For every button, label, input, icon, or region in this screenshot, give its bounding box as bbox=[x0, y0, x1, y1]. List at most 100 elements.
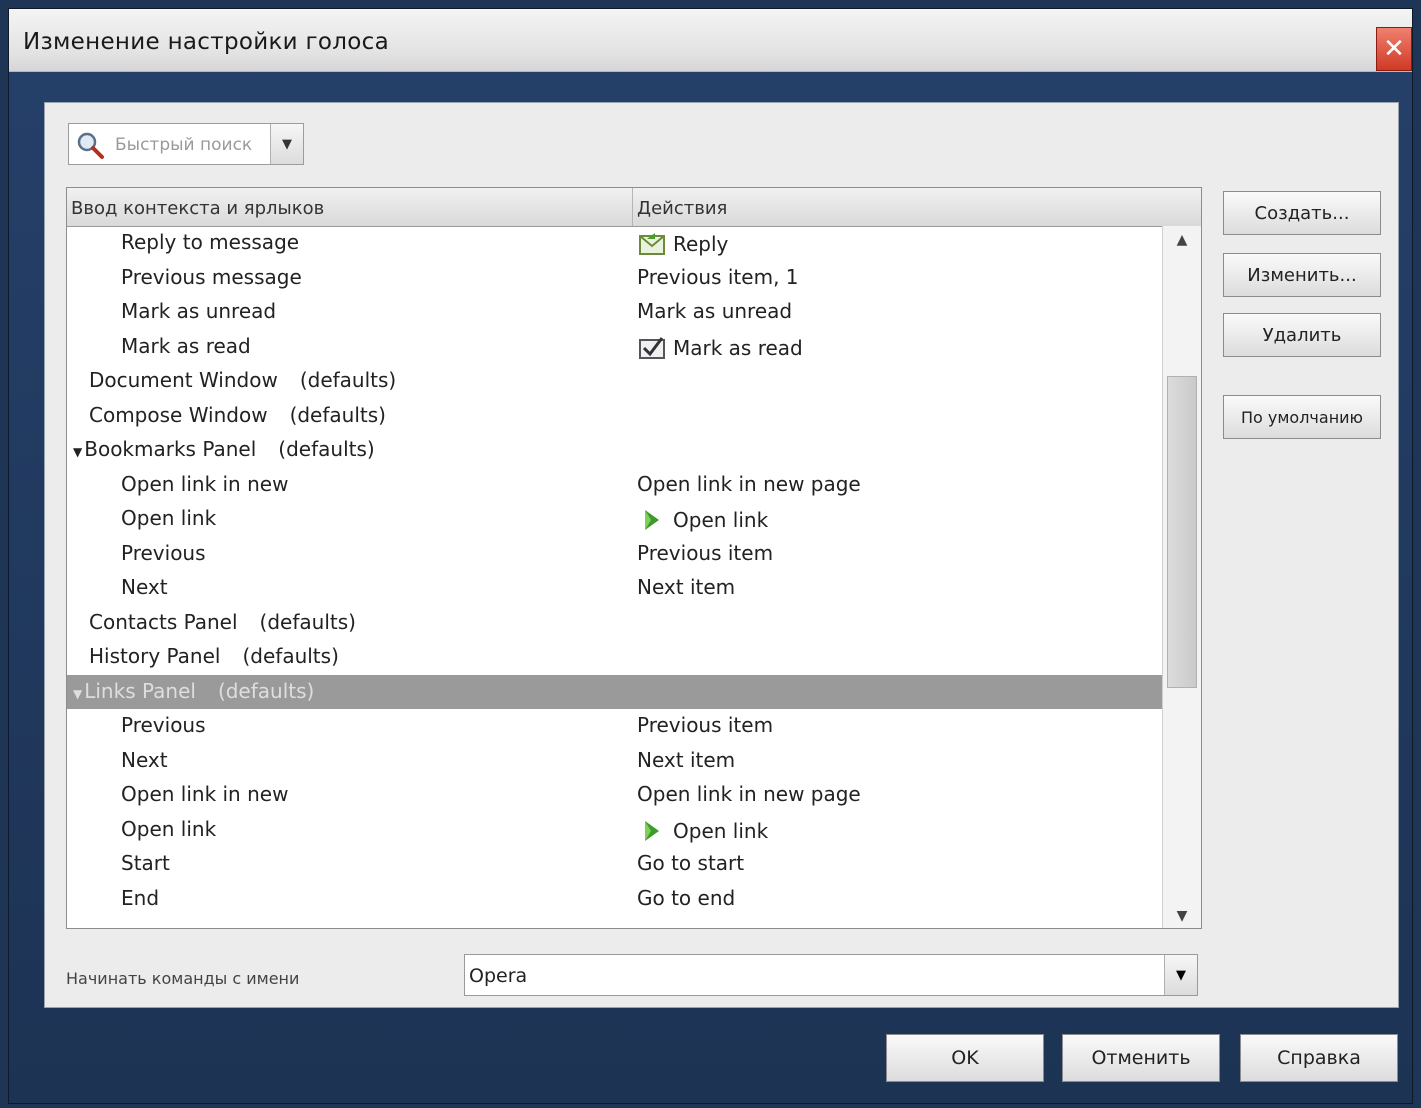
row-label: Bookmarks Panel bbox=[84, 437, 257, 461]
row-defaults-tag: (defaults) bbox=[259, 609, 356, 634]
row-action: Previous item, 1 bbox=[637, 265, 799, 289]
tree-row[interactable]: Next Next item bbox=[67, 571, 1163, 606]
row-label: Document Window bbox=[89, 368, 278, 392]
tree-row[interactable]: Contacts Panel (defaults) bbox=[67, 606, 1163, 641]
shortcut-tree[interactable]: Ввод контекста и ярлыков Действия Reply … bbox=[66, 187, 1202, 929]
quick-search-field[interactable]: Быстрый поиск ▼ bbox=[68, 123, 304, 165]
help-button[interactable]: Справка bbox=[1240, 1034, 1398, 1082]
row-action-label: Go to end bbox=[637, 885, 736, 910]
row-label: Open link bbox=[121, 816, 217, 841]
row-label: Next bbox=[121, 575, 168, 599]
tree-row[interactable]: Previous message Previous item, 1 bbox=[67, 261, 1163, 296]
row-action-label: Previous item bbox=[637, 540, 774, 565]
row-label: Previous bbox=[121, 540, 206, 565]
tree-row[interactable]: Open link Open link bbox=[67, 502, 1163, 537]
edit-button[interactable]: Изменить... bbox=[1223, 253, 1381, 297]
tree-row[interactable]: Document Window (defaults) bbox=[67, 364, 1163, 399]
close-icon: ✕ bbox=[1383, 34, 1405, 64]
command-prefix-select[interactable]: Opera ▼ bbox=[464, 954, 1198, 996]
tree-row[interactable]: Open link in new Open link in new page bbox=[67, 778, 1163, 813]
tree-row[interactable]: Next Next item bbox=[67, 744, 1163, 779]
row-defaults-tag: (defaults) bbox=[217, 678, 315, 703]
row-label: Compose Window bbox=[89, 402, 268, 427]
row-action: Open link bbox=[637, 506, 768, 534]
row-defaults-tag: (defaults) bbox=[242, 644, 339, 668]
row-context: History Panel (defaults) bbox=[89, 644, 339, 668]
row-context: ▼ Bookmarks Panel (defaults) bbox=[73, 437, 375, 461]
tree-row[interactable]: Mark as unread Mark as unread bbox=[67, 295, 1163, 330]
row-action: Open link in new page bbox=[637, 472, 861, 496]
scroll-down-icon[interactable]: ▼ bbox=[1163, 908, 1201, 924]
row-action: Open link in new page bbox=[637, 782, 861, 806]
row-label: Open link in new bbox=[121, 782, 289, 806]
command-prefix-dropdown[interactable]: ▼ bbox=[1164, 955, 1197, 995]
row-context: Open link bbox=[121, 817, 216, 841]
row-action: Previous item bbox=[637, 713, 773, 737]
close-button[interactable]: ✕ bbox=[1376, 27, 1412, 71]
row-context: Mark as read bbox=[121, 334, 251, 358]
tree-row[interactable]: ▼ Links Panel (defaults) bbox=[67, 674, 1163, 709]
row-label: Previous bbox=[121, 713, 206, 737]
row-context: Previous bbox=[121, 713, 206, 737]
row-action-label: Open link bbox=[673, 818, 769, 843]
scrollbar-thumb[interactable] bbox=[1167, 376, 1197, 688]
row-context: Next bbox=[121, 575, 168, 599]
row-action: Next item bbox=[637, 748, 735, 772]
row-defaults-tag: (defaults) bbox=[278, 437, 375, 461]
title-bar[interactable]: Изменение настройки голоса ✕ bbox=[9, 9, 1412, 72]
tree-row[interactable]: Reply to message Reply bbox=[67, 226, 1163, 261]
tree-row[interactable]: Open link in new Open link in new page bbox=[67, 468, 1163, 503]
row-action: Open link bbox=[637, 817, 768, 845]
row-action: Go to start bbox=[637, 851, 744, 875]
row-action: Mark as read bbox=[637, 334, 803, 362]
row-context: Open link in new bbox=[121, 472, 288, 496]
scroll-up-icon[interactable]: ▲ bbox=[1163, 232, 1201, 248]
expand-toggle-icon[interactable]: ▼ bbox=[73, 687, 82, 701]
delete-button[interactable]: Удалить bbox=[1223, 313, 1381, 357]
dialog-content: Быстрый поиск ▼ Ввод контекста и ярлыков… bbox=[44, 102, 1399, 1008]
row-action-label: Previous item bbox=[637, 713, 774, 737]
open-link-icon bbox=[637, 817, 667, 845]
row-context: Open link in new bbox=[121, 782, 288, 806]
cancel-button[interactable]: Отменить bbox=[1062, 1034, 1220, 1082]
ok-button[interactable]: OK bbox=[886, 1034, 1044, 1082]
search-input[interactable]: Быстрый поиск bbox=[115, 135, 265, 155]
tree-rows: Reply to message Reply Previous message Pre… bbox=[67, 226, 1163, 916]
reply-icon bbox=[637, 230, 667, 258]
expand-toggle-icon[interactable]: ▼ bbox=[73, 445, 82, 459]
defaults-button[interactable]: По умолчанию bbox=[1223, 395, 1381, 439]
row-action-label: Next item bbox=[637, 575, 736, 599]
dialog-window: Изменение настройки голоса ✕ Быстрый пои… bbox=[8, 8, 1413, 1104]
row-label: End bbox=[121, 885, 160, 910]
tree-row[interactable]: Compose Window (defaults) bbox=[67, 399, 1163, 434]
row-context: Start bbox=[121, 851, 170, 875]
tree-row[interactable]: ▼ Bookmarks Panel (defaults) bbox=[67, 433, 1163, 468]
row-context: Reply to message bbox=[121, 230, 299, 254]
command-prefix-label: Начинать команды с имени bbox=[66, 969, 300, 988]
search-dropdown-button[interactable]: ▼ bbox=[270, 124, 303, 164]
row-context: Previous message bbox=[121, 265, 302, 289]
tree-row[interactable]: End Go to end bbox=[67, 882, 1163, 917]
row-label: History Panel bbox=[89, 644, 221, 668]
tree-row[interactable]: Previous Previous item bbox=[67, 537, 1163, 572]
row-label: Reply to message bbox=[121, 230, 300, 254]
tree-row[interactable]: Open link Open link bbox=[67, 813, 1163, 848]
row-context: End bbox=[121, 886, 159, 910]
create-button[interactable]: Создать... bbox=[1223, 191, 1381, 235]
column-header-context[interactable]: Ввод контекста и ярлыков bbox=[67, 188, 633, 226]
tree-row[interactable]: Mark as read Mark as read bbox=[67, 330, 1163, 365]
row-action-label: Open link bbox=[673, 508, 769, 532]
row-action-label: Open link in new page bbox=[637, 782, 861, 806]
vertical-scrollbar[interactable]: ▲ ▼ bbox=[1162, 226, 1201, 928]
row-action: Next item bbox=[637, 575, 735, 599]
column-header-actions[interactable]: Действия bbox=[633, 188, 1198, 226]
tree-row[interactable]: Start Go to start bbox=[67, 847, 1163, 882]
tree-row[interactable]: History Panel (defaults) bbox=[67, 640, 1163, 675]
row-context: Compose Window (defaults) bbox=[89, 403, 386, 427]
row-action: Go to end bbox=[637, 886, 735, 910]
tree-row[interactable]: Previous Previous item bbox=[67, 709, 1163, 744]
row-label: Mark as unread bbox=[121, 299, 277, 323]
row-context: ▼ Links Panel (defaults) bbox=[73, 679, 314, 703]
row-action-label: Reply bbox=[673, 232, 729, 256]
row-context: Next bbox=[121, 748, 168, 772]
